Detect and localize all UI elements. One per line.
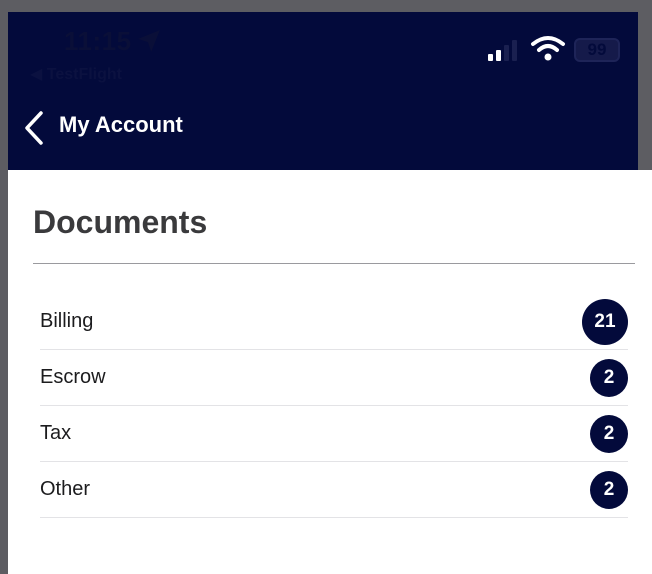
location-arrow-icon [138, 30, 160, 52]
back-to-testflight-link[interactable]: ◀ TestFlight [30, 64, 122, 84]
app-header: 11:15 ◀ TestFlight 99 My Account [8, 12, 638, 170]
count-badge: 21 [582, 299, 628, 345]
title-divider [33, 263, 635, 264]
list-item-billing[interactable]: Billing 21 [40, 294, 628, 350]
back-chevron-icon[interactable] [22, 110, 46, 146]
status-time: 11:15 [64, 26, 132, 56]
list-item-label: Tax [40, 422, 72, 444]
count-badge: 2 [590, 471, 628, 509]
list-item-tax[interactable]: Tax 2 [40, 406, 628, 462]
list-item-label: Escrow [40, 366, 106, 388]
count-badge: 2 [590, 415, 628, 453]
count-badge: 2 [590, 359, 628, 397]
list-item-label: Other [40, 478, 91, 500]
list-item-other[interactable]: Other 2 [40, 462, 628, 518]
device-frame-top [0, 0, 652, 12]
nav-title[interactable]: My Account [59, 112, 183, 138]
battery-indicator: 99 [574, 38, 620, 62]
list-item-escrow[interactable]: Escrow 2 [40, 350, 628, 406]
list-item-label: Billing [40, 310, 94, 332]
device-frame-right [638, 0, 652, 170]
wifi-icon [531, 36, 565, 61]
device-frame-left [0, 0, 8, 574]
cellular-signal-icon [488, 40, 517, 61]
documents-list: Billing 21 Escrow 2 Tax 2 Other 2 [40, 294, 628, 518]
page-title: Documents [33, 204, 208, 240]
